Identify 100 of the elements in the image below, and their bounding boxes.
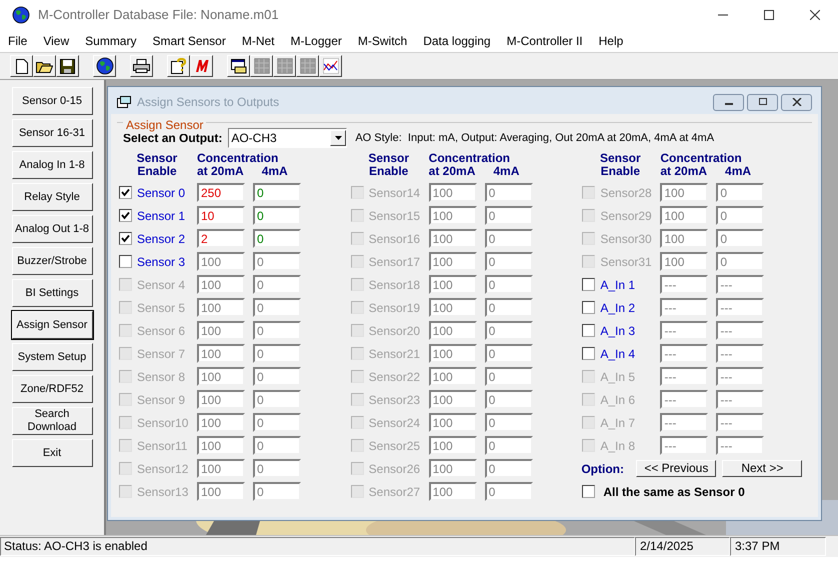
sidebar-button[interactable]: Sensor 16-31: [12, 119, 92, 147]
sidebar-button[interactable]: Zone/RDF52: [12, 375, 92, 403]
sensor-label: Sensor20: [368, 322, 420, 340]
concentration-20ma-field[interactable]: 10: [197, 206, 245, 225]
grid-icon[interactable]: [250, 55, 273, 77]
maximize-icon: [764, 10, 774, 20]
open-folder-icon[interactable]: [33, 55, 56, 77]
sidebar-button[interactable]: Search Download: [12, 407, 92, 435]
grid-icon[interactable]: [296, 55, 319, 77]
previous-button[interactable]: << Previous: [636, 460, 716, 477]
help-icon[interactable]: [167, 55, 190, 77]
sensor-label: Sensor19: [368, 300, 420, 316]
sidebar-button[interactable]: System Setup: [12, 343, 92, 371]
menu-item[interactable]: Data logging: [423, 32, 491, 50]
sidebar-button[interactable]: Buzzer/Strobe: [12, 247, 92, 275]
menu-item[interactable]: M-Net: [242, 32, 275, 50]
checkbox[interactable]: [582, 301, 596, 314]
concentration-20ma-field[interactable]: ---: [660, 344, 708, 363]
column-header: Sensor: [600, 152, 641, 165]
dialog-title: Assign Sensors to Outputs: [137, 94, 280, 111]
checkbox[interactable]: [119, 209, 132, 222]
checkbox[interactable]: [582, 324, 596, 337]
sensor-label: Sensor 5: [137, 300, 186, 316]
checkbox[interactable]: [119, 186, 132, 199]
concentration-20ma-field[interactable]: 2: [197, 229, 245, 248]
sensor-label: Sensor18: [368, 276, 420, 294]
column-header: at 20mA: [428, 165, 476, 178]
close-button[interactable]: [781, 94, 812, 110]
window-title: M-Controller Database File: Noname.m01: [38, 6, 279, 24]
sensor-label: Sensor21: [368, 346, 420, 362]
concentration-20ma-field[interactable]: ---: [660, 321, 708, 340]
window-icon[interactable]: [227, 55, 250, 77]
column-header: Sensor: [136, 152, 178, 165]
sensor-label: Sensor13: [137, 484, 188, 500]
status-date: 2/14/2025: [635, 537, 730, 556]
column-header: 4mA: [493, 165, 520, 178]
checkbox[interactable]: [582, 347, 596, 360]
column-header: Concentration: [197, 152, 280, 165]
sensor-label: Sensor28: [600, 184, 652, 202]
grid-icon[interactable]: [273, 55, 296, 77]
menu-item[interactable]: M-Controller II: [506, 32, 583, 50]
sidebar-button[interactable]: BI Settings: [12, 279, 92, 307]
checkbox[interactable]: [119, 255, 132, 268]
concentration-20ma-field[interactable]: ---: [660, 298, 708, 317]
status-text: Status: AO-CH3 is enabled: [0, 537, 635, 556]
concentration-20ma-field[interactable]: 250: [197, 183, 245, 202]
concentration-4ma-field[interactable]: ---: [716, 298, 764, 317]
sensor-label: Sensor 4: [137, 276, 186, 294]
printer-icon[interactable]: [130, 55, 153, 77]
concentration-4ma-field[interactable]: ---: [716, 321, 764, 340]
menu-item[interactable]: M-Logger: [290, 32, 342, 50]
sensor-label: Sensor 0: [137, 184, 186, 202]
column-header: Concentration: [660, 152, 743, 165]
checkbox[interactable]: [582, 485, 596, 498]
menu-item[interactable]: M-Switch: [358, 32, 408, 50]
concentration-4ma-field[interactable]: ---: [716, 275, 764, 294]
menu-item[interactable]: File: [8, 32, 28, 50]
menu-item[interactable]: Smart Sensor: [152, 32, 226, 50]
checkbox[interactable]: [582, 278, 596, 291]
concentration-4ma-field[interactable]: 0: [253, 206, 301, 225]
menu-item[interactable]: Help: [598, 32, 624, 50]
maximize-button[interactable]: [747, 94, 778, 110]
sidebar-button[interactable]: Relay Style: [12, 183, 92, 211]
sensor-label: Sensor25: [368, 438, 420, 454]
same-as-sensor-label: All the same as Sensor 0: [603, 484, 745, 500]
new-document-icon[interactable]: [10, 55, 33, 77]
sensor-label: Sensor31: [600, 254, 652, 270]
checkbox[interactable]: [119, 232, 132, 245]
sidebar-button[interactable]: Sensor 0-15: [12, 87, 92, 115]
sidebar-button[interactable]: Exit: [12, 439, 92, 467]
sensor-label: Sensor17: [368, 254, 420, 270]
minimize-button[interactable]: [713, 94, 744, 110]
column-header: Enable: [368, 165, 408, 178]
restore-icon: [758, 98, 768, 106]
sensor-label: A_In 6: [600, 392, 636, 408]
menu-item[interactable]: Summary: [85, 32, 136, 50]
sensor-label: Sensor 7: [137, 346, 186, 362]
column-header: Concentration: [428, 152, 512, 165]
globe-icon: [12, 6, 30, 24]
output-dropdown[interactable]: AO-CH3: [228, 128, 348, 148]
sidebar-button[interactable]: Assign Sensor: [12, 311, 92, 339]
column-header: 4mA: [262, 165, 288, 178]
menu-item[interactable]: View: [43, 32, 70, 50]
next-button[interactable]: Next >>: [722, 460, 802, 477]
sensor-label: Sensor23: [368, 392, 420, 408]
globe-icon[interactable]: [93, 55, 116, 77]
sensor-label: Sensor 6: [137, 322, 186, 340]
sidebar-button[interactable]: Analog Out 1-8: [12, 215, 92, 243]
sensor-label: Sensor11: [137, 438, 188, 454]
concentration-20ma-field[interactable]: 100: [197, 252, 245, 271]
concentration-20ma-field[interactable]: ---: [660, 275, 708, 294]
sidebar-button[interactable]: Analog In 1-8: [12, 151, 92, 179]
concentration-4ma-field[interactable]: 0: [253, 229, 301, 248]
concentration-4ma-field[interactable]: 0: [253, 252, 301, 271]
concentration-4ma-field[interactable]: ---: [716, 344, 764, 363]
concentration-4ma-field[interactable]: 0: [253, 183, 301, 202]
chart-icon[interactable]: [319, 55, 342, 77]
output-label: Select an Output:: [123, 131, 222, 147]
logo-icon[interactable]: [190, 55, 213, 77]
column-header: at 20mA: [197, 165, 244, 178]
